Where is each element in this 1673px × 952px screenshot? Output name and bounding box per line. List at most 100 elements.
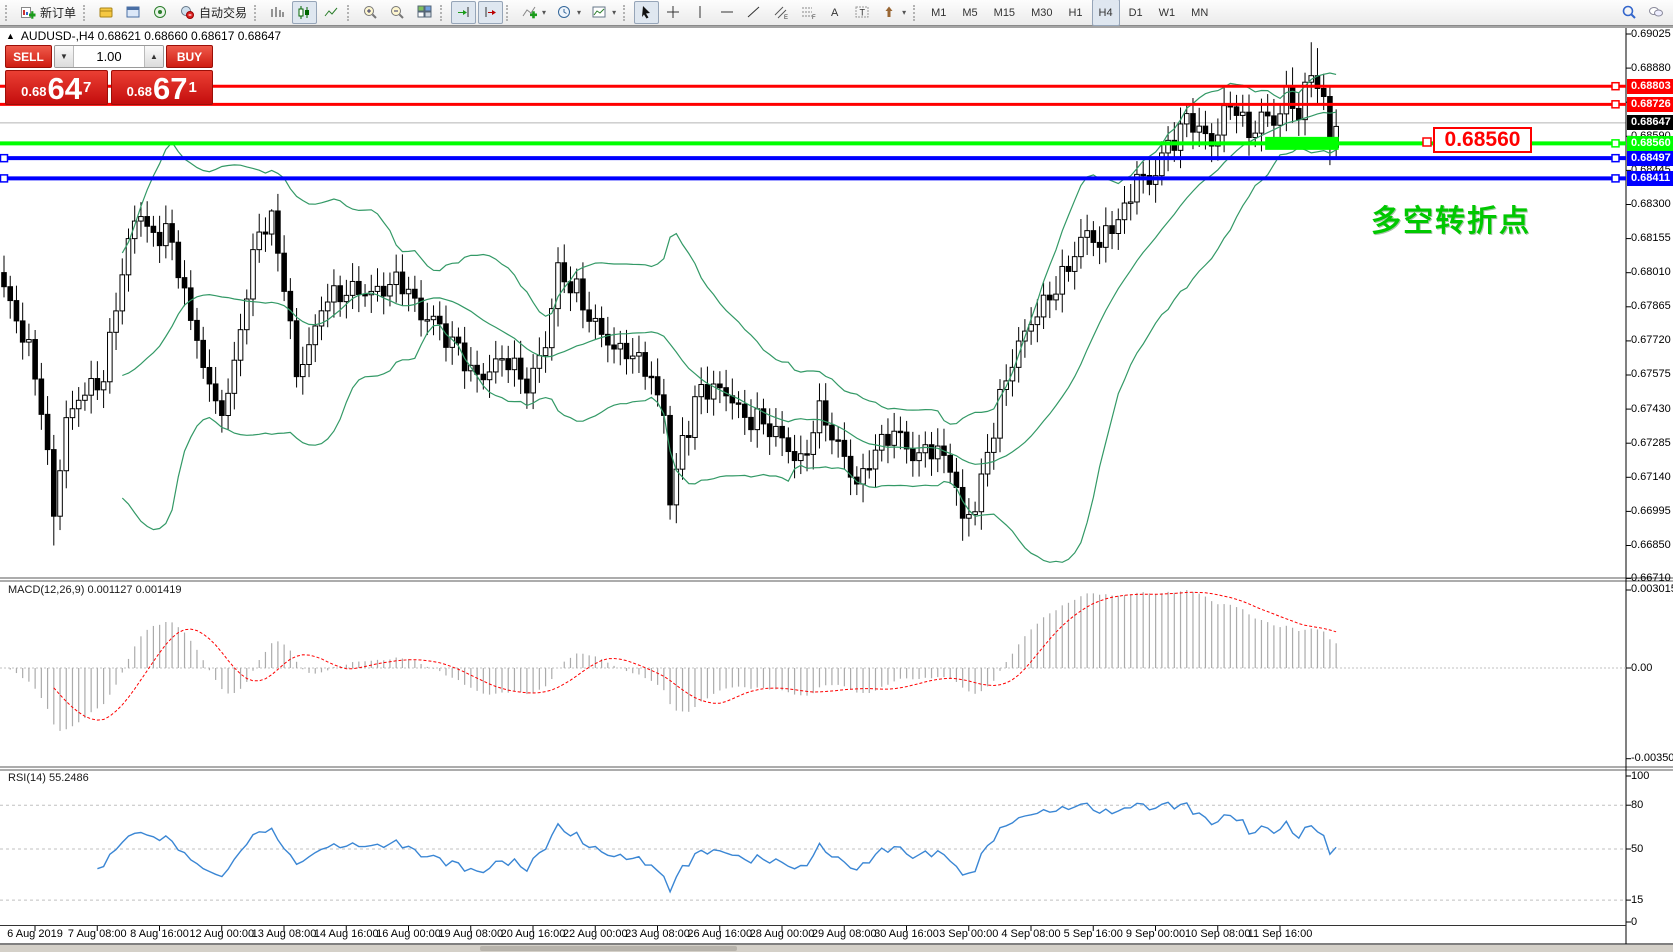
cursor-button[interactable] (634, 1, 659, 24)
candle-body (1203, 126, 1208, 133)
candle-body (624, 343, 629, 358)
tile-windows-button[interactable] (412, 1, 437, 24)
candle-body (120, 275, 125, 311)
arrows-button[interactable]: ▾ (877, 1, 910, 24)
candle-body (226, 393, 231, 415)
candle-body (20, 321, 25, 342)
tf-m15-button[interactable]: M15 (987, 0, 1022, 26)
profiles-button[interactable] (121, 1, 146, 24)
support-line-green-handle[interactable] (1612, 140, 1619, 147)
buy-button[interactable]: BUY (166, 45, 213, 68)
candle-body (413, 289, 418, 298)
candle-body (879, 434, 884, 450)
candle-chart-button[interactable] (292, 1, 317, 24)
sell-price-display[interactable]: 0.68 64 7 (5, 70, 108, 105)
candle-body (406, 289, 411, 293)
channel-button[interactable]: E (769, 1, 794, 24)
candle-body (1265, 112, 1270, 116)
candle-body (842, 440, 847, 456)
collapse-panel-icon[interactable]: ▲ (6, 31, 15, 41)
candle-body (475, 365, 480, 374)
candle-body (14, 301, 19, 321)
volume-increase-button[interactable]: ▲ (144, 46, 163, 67)
crosshair-icon (665, 4, 682, 21)
text-label-button[interactable]: T (850, 1, 875, 24)
candle-body (518, 358, 523, 379)
support-line-blue-1-handle[interactable] (1612, 155, 1619, 162)
price-callout-handle[interactable] (1423, 138, 1431, 146)
tf-mn-button[interactable]: MN (1184, 0, 1215, 26)
time-axis-label: 3 Sep 00:00 (939, 928, 998, 940)
time-axis-label: 12 Aug 00:00 (189, 928, 254, 940)
crosshair-button[interactable] (661, 1, 686, 24)
bollinger-middle-band (122, 112, 1336, 464)
scrollbar-thumb[interactable] (480, 946, 737, 951)
candle-body (674, 469, 679, 505)
trendline-button[interactable] (742, 1, 767, 24)
candle-body (593, 318, 598, 321)
turning-point-annotation[interactable]: 多空转折点 (1371, 196, 1531, 240)
fibonacci-button[interactable]: F (796, 1, 821, 24)
resistance-line-1-handle[interactable] (1612, 83, 1619, 90)
vertical-line-button[interactable] (688, 1, 713, 24)
price-callout-label[interactable]: 0.68560 (1433, 127, 1532, 153)
price-chart-canvas[interactable] (0, 0, 1673, 952)
buy-price-display[interactable]: 0.68 67 1 (111, 70, 214, 105)
candle-body (1029, 325, 1034, 332)
candle-body (630, 356, 635, 359)
time-axis-label: 30 Aug 16:00 (874, 928, 939, 940)
candle-body (145, 217, 150, 227)
new-order-button[interactable]: 新订单 (16, 1, 80, 24)
support-line-green-price-badge: 0.68560 (1627, 136, 1673, 151)
auto-trading-button[interactable]: 自动交易 (175, 1, 251, 24)
bar-chart-button[interactable] (265, 1, 290, 24)
tf-m5-button[interactable]: M5 (955, 0, 984, 26)
candle-body (805, 454, 810, 455)
candle-body (276, 211, 281, 253)
support-line-blue-2-handle[interactable] (1612, 175, 1619, 182)
indicators-button[interactable]: ▾ (517, 1, 550, 24)
price-axis-label: 0.67575 (1631, 368, 1671, 381)
vline-icon (692, 4, 709, 21)
periods-button[interactable]: ▾ (552, 1, 585, 24)
tf-h4-button[interactable]: H4 (1092, 0, 1120, 26)
candle-body (917, 453, 922, 461)
candle-body (1085, 231, 1090, 238)
auto-scroll-button[interactable] (451, 1, 476, 24)
time-axis-label: 14 Aug 16:00 (314, 928, 379, 940)
candle-body (350, 281, 355, 295)
candle-body (232, 360, 237, 393)
candle-body (543, 348, 548, 356)
zoom-out-button[interactable] (385, 1, 410, 24)
horizontal-line-button[interactable] (715, 1, 740, 24)
tf-w1-button[interactable]: W1 (1152, 0, 1183, 26)
volume-input[interactable]: 1.00 (74, 46, 144, 67)
chat-button[interactable] (1644, 1, 1669, 24)
tf-m1-button[interactable]: M1 (924, 0, 953, 26)
text-button[interactable]: A (823, 1, 848, 24)
tf-m30-button[interactable]: M30 (1024, 0, 1059, 26)
resistance-line-2-price-badge: 0.68726 (1627, 97, 1673, 112)
resistance-line-1-price-badge: 0.68803 (1627, 79, 1673, 94)
volume-decrease-button[interactable]: ▼ (55, 46, 74, 67)
chart-shift-button[interactable] (478, 1, 503, 24)
navigator-button[interactable] (148, 1, 173, 24)
sell-button[interactable]: SELL (5, 45, 52, 68)
resistance-line-2-handle[interactable] (1612, 101, 1619, 108)
charts-button[interactable] (94, 1, 119, 24)
candle-body (1247, 112, 1252, 137)
tiles-icon (416, 4, 433, 21)
tf-d1-button[interactable]: D1 (1122, 0, 1150, 26)
templates-button[interactable]: ▾ (587, 1, 620, 24)
price-axis-label: 0.68300 (1631, 198, 1671, 211)
line-chart-button[interactable] (319, 1, 344, 24)
search-button[interactable] (1617, 1, 1642, 24)
tf-h1-button[interactable]: H1 (1061, 0, 1089, 26)
candle-body (718, 384, 723, 388)
zoom-in-button[interactable] (358, 1, 383, 24)
candle-body (830, 425, 835, 440)
support-line-blue-2-left-handle[interactable] (1, 175, 8, 182)
cursor-icon (638, 4, 655, 21)
support-line-blue-1-left-handle[interactable] (1, 155, 8, 162)
toolbar-grip (440, 5, 446, 21)
